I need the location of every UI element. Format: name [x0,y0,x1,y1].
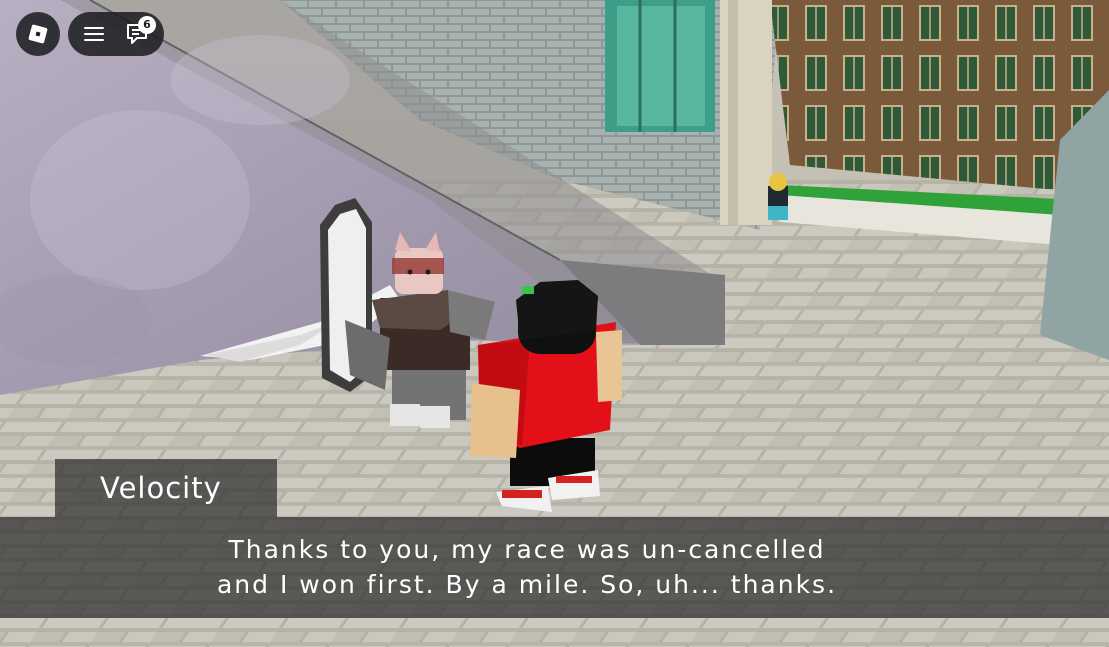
dialog-line-2: and I won first. By a mile. So, uh... th… [216,570,838,599]
roblox-menu-button[interactable] [16,12,60,56]
distant-npc [768,173,788,220]
hamburger-menu-icon [84,27,104,41]
dialog-box[interactable]: Thanks to you, my race was un-cancelled … [0,517,1109,618]
dialog-speaker-name: Velocity [100,471,222,505]
roblox-logo-icon [28,24,48,44]
dialog-speaker-tab: Velocity [55,459,277,517]
menu-button[interactable] [80,20,108,48]
topbar-pill: 6 [68,12,164,56]
game-viewport[interactable]: 6 Velocity Thanks to you, my race was un… [0,0,1109,647]
chat-unread-badge: 6 [138,16,156,34]
dialog-line-1: Thanks to you, my race was un-cancelled [228,535,826,564]
